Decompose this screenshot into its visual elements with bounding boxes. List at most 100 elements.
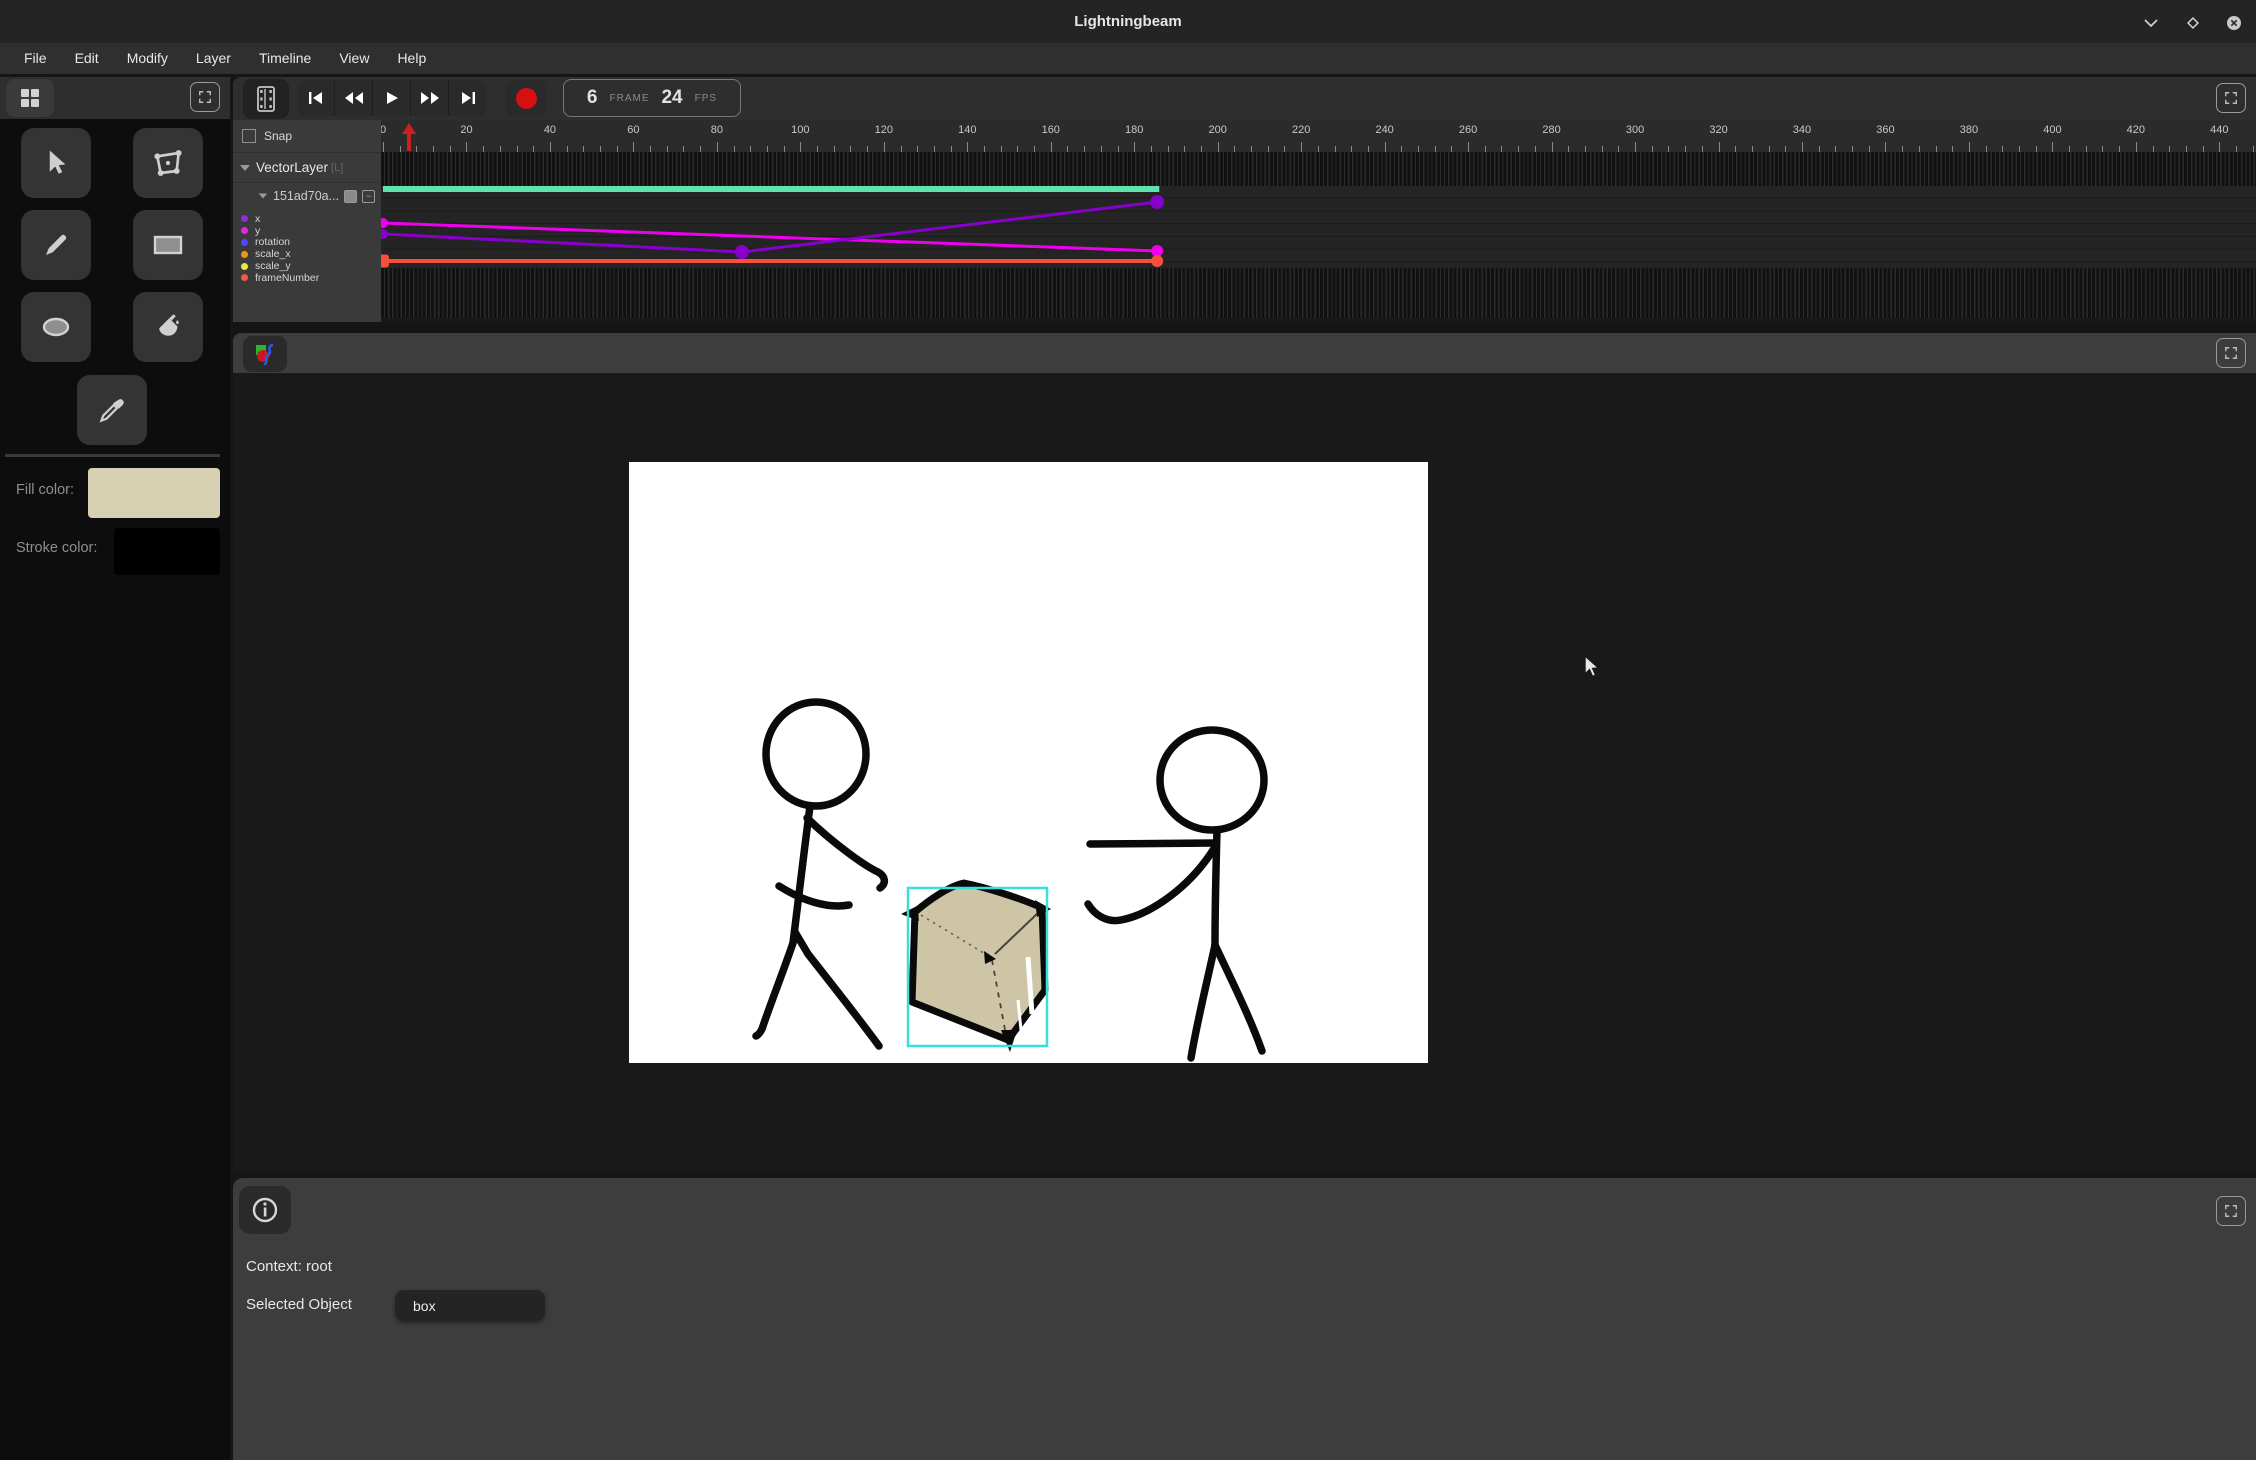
snap-label: Snap (264, 129, 292, 143)
scene (629, 462, 1428, 1063)
menu-modify[interactable]: Modify (113, 43, 182, 74)
property-color-dot (241, 215, 248, 222)
property-label: x (255, 214, 260, 224)
timeline-track-area[interactable]: 0204060801001201401601802002202402602803… (381, 120, 2256, 322)
property-color-dot (241, 274, 248, 281)
skip-to-end-icon (460, 91, 476, 105)
fill-color-swatch[interactable] (88, 468, 220, 518)
pencil-icon (41, 230, 71, 260)
canvas-expand-button[interactable] (2216, 338, 2246, 368)
property-color-dot (241, 227, 248, 234)
diamond-icon (2186, 16, 2200, 30)
curve-y[interactable] (383, 223, 1157, 251)
context-text: Context: root (246, 1258, 332, 1275)
info-button[interactable] (239, 1186, 291, 1234)
layer-row-vectorlayer[interactable]: VectorLayer [L] (233, 152, 381, 183)
keyframe-dot[interactable] (381, 218, 388, 228)
tool-sidebar: Fill color: Stroke color: (0, 77, 230, 1460)
chevron-down-icon (2144, 19, 2158, 28)
fps-label: FPS (695, 93, 717, 104)
maximize-button[interactable] (2183, 14, 2203, 32)
layers-column: Snap VectorLayer [L] 151ad70a... ~ xyrot… (233, 120, 381, 322)
frame-label: FRAME (609, 93, 649, 104)
panel-grid-button[interactable] (6, 79, 54, 117)
keyframe-dot[interactable] (1151, 255, 1163, 267)
stick-figure-left[interactable] (756, 702, 884, 1046)
sublayer-tilde-button[interactable]: ~ (362, 190, 375, 203)
property-label: scale_y (255, 261, 291, 271)
transform-tool-button[interactable] (133, 128, 203, 198)
timeline-expand-button[interactable] (2216, 83, 2246, 113)
transport-controls (297, 80, 487, 116)
film-button[interactable] (243, 79, 289, 119)
drawing-canvas[interactable] (629, 462, 1428, 1063)
snap-checkbox[interactable] (242, 129, 256, 143)
play-button[interactable] (373, 80, 411, 116)
fast-forward-icon (420, 91, 440, 105)
menu-file[interactable]: File (10, 43, 61, 74)
keyframe-dot[interactable] (1150, 195, 1164, 209)
ellipse-tool-button[interactable] (21, 292, 91, 362)
transform-icon (152, 147, 184, 179)
bucket-tool-button[interactable] (133, 292, 203, 362)
canvas-mode-button[interactable] (243, 336, 287, 372)
expand-icon (2224, 91, 2238, 105)
property-row-y[interactable]: y (233, 225, 381, 237)
menu-help[interactable]: Help (383, 43, 440, 74)
pencil-tool-button[interactable] (21, 210, 91, 280)
expand-icon (2224, 346, 2238, 360)
fps-value: 24 (661, 87, 682, 109)
sublayer-row[interactable]: 151ad70a... ~ (233, 183, 381, 209)
selected-object-value[interactable]: box (395, 1290, 545, 1321)
close-button[interactable] (2224, 14, 2244, 32)
keyframe-curves[interactable] (381, 120, 2256, 322)
inspector-expand-button[interactable] (2216, 1196, 2246, 1226)
property-row-frameNumber[interactable]: frameNumber (233, 272, 381, 284)
fast-forward-button[interactable] (411, 80, 449, 116)
layer-badge: [L] (331, 162, 343, 174)
menu-bar: FileEditModifyLayerTimelineViewHelp (0, 43, 2256, 74)
collapse-triangle-icon[interactable] (259, 193, 268, 198)
collapse-triangle-icon[interactable] (240, 165, 250, 171)
menu-layer[interactable]: Layer (182, 43, 245, 74)
property-row-rotation[interactable]: rotation (233, 237, 381, 249)
sublayer-swatch-button[interactable] (344, 190, 357, 203)
property-list: xyrotationscale_xscale_y frameNumber (233, 209, 381, 284)
rectangle-tool-button[interactable] (133, 210, 203, 280)
select-tool-button[interactable] (21, 128, 91, 198)
stroke-color-swatch[interactable] (114, 528, 220, 575)
keyframe-dot[interactable] (735, 245, 749, 259)
sidebar-header (0, 77, 230, 119)
eyedropper-tool-button[interactable] (77, 375, 147, 445)
record-button[interactable] (505, 80, 547, 116)
paint-bucket-icon (153, 312, 183, 342)
skip-to-start-button[interactable] (297, 80, 335, 116)
stick-figure-right[interactable] (1088, 730, 1264, 1058)
close-icon (2226, 15, 2242, 31)
menu-edit[interactable]: Edit (61, 43, 113, 74)
play-icon (385, 91, 399, 105)
title-bar: Lightningbeam (0, 0, 2256, 43)
rewind-button[interactable] (335, 80, 373, 116)
mouse-cursor (1583, 655, 1605, 679)
property-row-scale_x[interactable]: scale_x (233, 248, 381, 260)
menu-timeline[interactable]: Timeline (245, 43, 325, 74)
property-label: frameNumber (255, 273, 319, 283)
property-row-x[interactable]: x (233, 213, 381, 225)
minimize-button[interactable] (2141, 14, 2161, 32)
sidebar-expand-button[interactable] (190, 82, 220, 112)
keyframe-marker[interactable] (381, 255, 389, 268)
fill-color-label: Fill color: (16, 482, 74, 498)
keyframe-dot[interactable] (381, 229, 388, 239)
property-row-scale_y[interactable]: scale_y (233, 260, 381, 272)
sidebar-divider (5, 454, 220, 457)
eyedropper-icon (97, 395, 127, 425)
cursor-icon (41, 148, 71, 178)
frame-fps-display[interactable]: 6 FRAME 24 FPS (563, 79, 741, 117)
layer-span-bar[interactable] (383, 186, 1159, 192)
skip-to-end-button[interactable] (449, 80, 487, 116)
sublayer-name: 151ad70a... (273, 189, 339, 203)
stroke-color-label: Stroke color: (16, 540, 97, 556)
box-object[interactable] (901, 883, 1051, 1052)
menu-view[interactable]: View (325, 43, 383, 74)
